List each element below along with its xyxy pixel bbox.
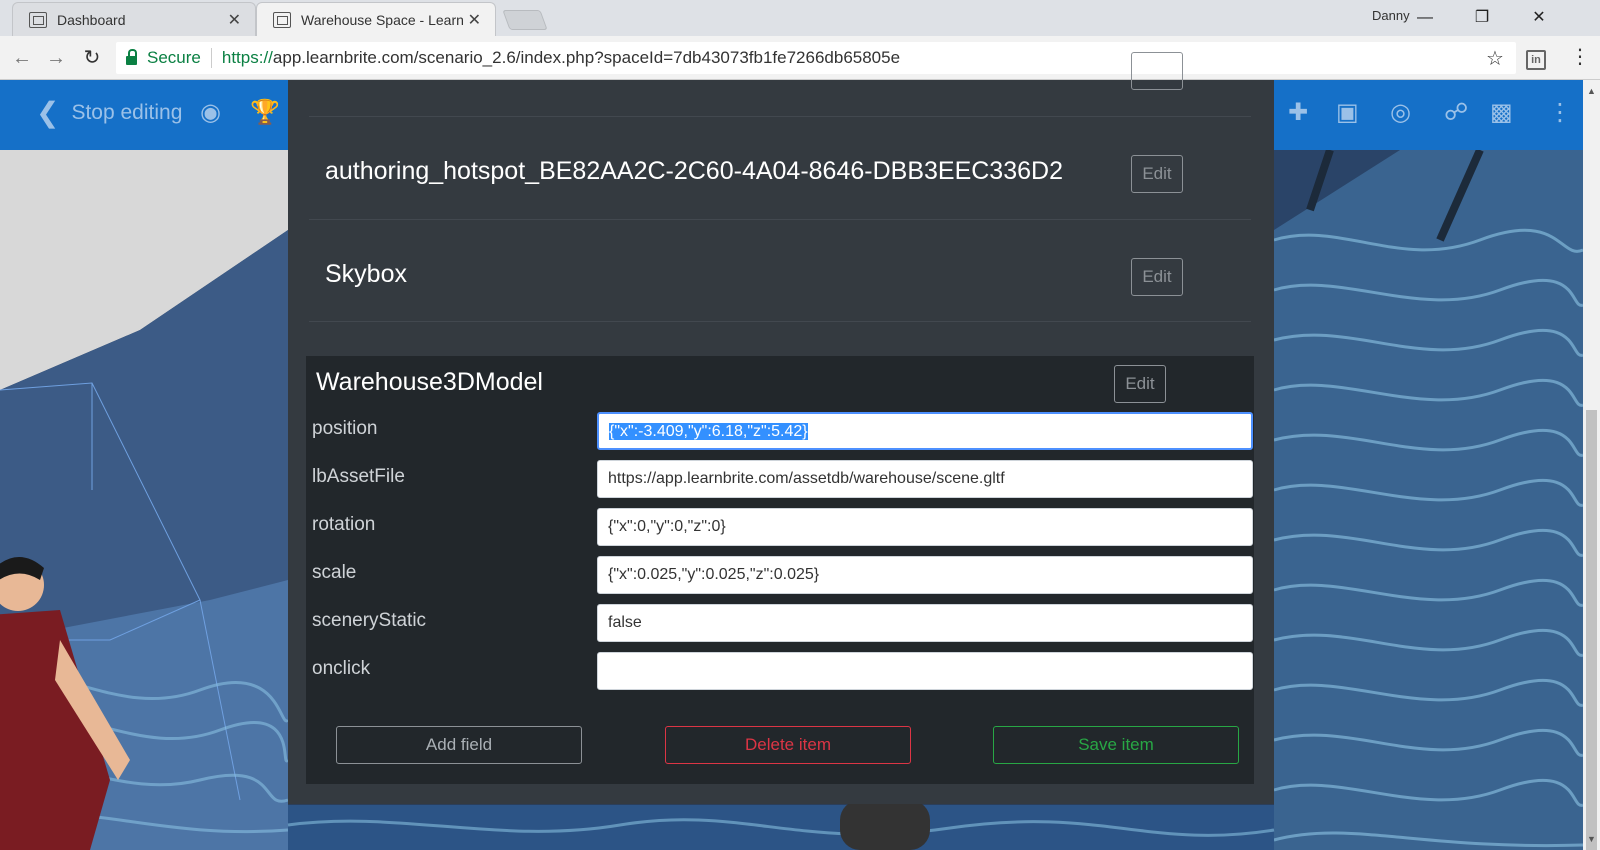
back-icon[interactable]: ← xyxy=(8,44,36,72)
tab-label: Dashboard xyxy=(57,11,126,28)
delete-item-button[interactable]: Delete item xyxy=(665,726,911,764)
close-tab-icon[interactable]: ✕ xyxy=(468,10,481,30)
address-bar-row: ← → ↻ Secure https:// app.learnbrite.com… xyxy=(0,36,1600,80)
selected-text: {"x":-3.409,"y":6.18,"z":5.42} xyxy=(609,423,808,440)
field-label-scale: scale xyxy=(312,562,357,583)
url-scheme: https:// xyxy=(221,48,273,67)
restore-icon[interactable]: ❐ xyxy=(1462,4,1502,32)
bookmark-star-icon[interactable]: ☆ xyxy=(1486,46,1504,71)
onclick-field[interactable] xyxy=(597,652,1253,690)
scroll-down-icon[interactable]: ▼ xyxy=(1587,834,1596,844)
secure-label: Secure xyxy=(147,48,201,67)
close-window-icon[interactable]: ✕ xyxy=(1519,4,1559,32)
new-tab-button[interactable] xyxy=(502,10,548,30)
browser-menu-icon[interactable]: ⋮ xyxy=(1570,44,1590,69)
field-label-position: position xyxy=(312,418,378,439)
trophy-icon[interactable]: 🏆 xyxy=(250,98,280,127)
location-pin-icon[interactable]: ◉ xyxy=(200,98,221,127)
profile-name[interactable]: Danny xyxy=(1372,8,1410,23)
field-label-onclick: onclick xyxy=(312,658,371,679)
expanded-item-editor: Warehouse3DModel Edit position {"x":-3.4… xyxy=(306,356,1254,784)
stop-editing-label: Stop editing xyxy=(71,100,183,124)
tab-dashboard[interactable]: Dashboard ✕ xyxy=(12,2,256,36)
save-item-button[interactable]: Save item xyxy=(993,726,1239,764)
divider xyxy=(210,48,212,68)
field-label-scenerystatic: sceneryStatic xyxy=(312,610,427,631)
more-options-icon[interactable]: ⋮ xyxy=(1548,98,1572,127)
edit-button[interactable]: Edit xyxy=(1131,155,1183,193)
field-label-rotation: rotation xyxy=(312,514,376,535)
scale-field[interactable]: {"x":0.025,"y":0.025,"z":0.025} xyxy=(597,556,1253,594)
scenerystatic-field[interactable]: false xyxy=(597,604,1253,642)
url-path: app.learnbrite.com/scenario_2.6/index.ph… xyxy=(272,48,901,67)
scroll-up-icon[interactable]: ▲ xyxy=(1587,86,1596,96)
share-icon[interactable]: ☍ xyxy=(1444,98,1468,127)
list-item-clipped xyxy=(309,52,1251,117)
vr-headset-icon[interactable]: ▩ xyxy=(1490,98,1513,127)
add-field-button[interactable]: Add field xyxy=(336,726,582,764)
remove-target-icon[interactable]: ◎ xyxy=(1390,98,1411,127)
chevron-left-icon: ❮ xyxy=(36,97,60,128)
forward-icon[interactable]: → xyxy=(42,44,70,72)
page-scrollbar[interactable]: ▲ ▼ xyxy=(1583,80,1600,850)
lock-icon xyxy=(126,48,137,65)
item-title: Skybox xyxy=(325,260,407,288)
item-title: Warehouse3DModel xyxy=(316,368,543,396)
linkedin-extension-icon[interactable]: in xyxy=(1526,50,1546,70)
scrollbar-thumb[interactable] xyxy=(1586,410,1597,850)
rotation-field[interactable]: {"x":0,"y":0,"z":0} xyxy=(597,508,1253,546)
minimize-icon[interactable]: — xyxy=(1405,4,1445,32)
tab-warehouse-space[interactable]: Warehouse Space - Learn ✕ xyxy=(256,2,496,36)
reload-icon[interactable]: ↻ xyxy=(78,44,106,72)
edit-button[interactable]: Edit xyxy=(1114,365,1166,403)
list-item: authoring_hotspot_BE82AA2C-2C60-4A04-864… xyxy=(309,117,1251,220)
lbassetfile-field[interactable]: https://app.learnbrite.com/assetdb/wareh… xyxy=(597,460,1253,498)
close-tab-icon[interactable]: ✕ xyxy=(228,10,241,30)
url-field[interactable]: Secure https:// app.learnbrite.com/scena… xyxy=(116,42,1516,74)
stop-editing-button[interactable]: ❮ Stop editing xyxy=(36,96,182,129)
item-title: authoring_hotspot_BE82AA2C-2C60-4A04-864… xyxy=(325,157,1063,185)
edit-button[interactable]: Edit xyxy=(1131,258,1183,296)
learnbrite-favicon-icon xyxy=(273,12,291,28)
scene-items-panel: authoring_hotspot_BE82AA2C-2C60-4A04-864… xyxy=(288,52,1274,804)
list-item: Skybox Edit xyxy=(309,220,1251,322)
field-label-lbassetfile: lbAssetFile xyxy=(312,466,405,487)
add-screen-icon[interactable]: ▣ xyxy=(1336,98,1359,127)
edit-button[interactable] xyxy=(1131,52,1183,90)
add-marker-icon[interactable]: ✚ xyxy=(1288,98,1308,127)
tab-label: Warehouse Space - Learn xyxy=(301,11,464,28)
position-field[interactable]: {"x":-3.409,"y":6.18,"z":5.42} xyxy=(597,412,1253,450)
browser-tab-bar: Dashboard ✕ Warehouse Space - Learn ✕ Da… xyxy=(0,0,1600,36)
learnbrite-favicon-icon xyxy=(29,12,47,28)
